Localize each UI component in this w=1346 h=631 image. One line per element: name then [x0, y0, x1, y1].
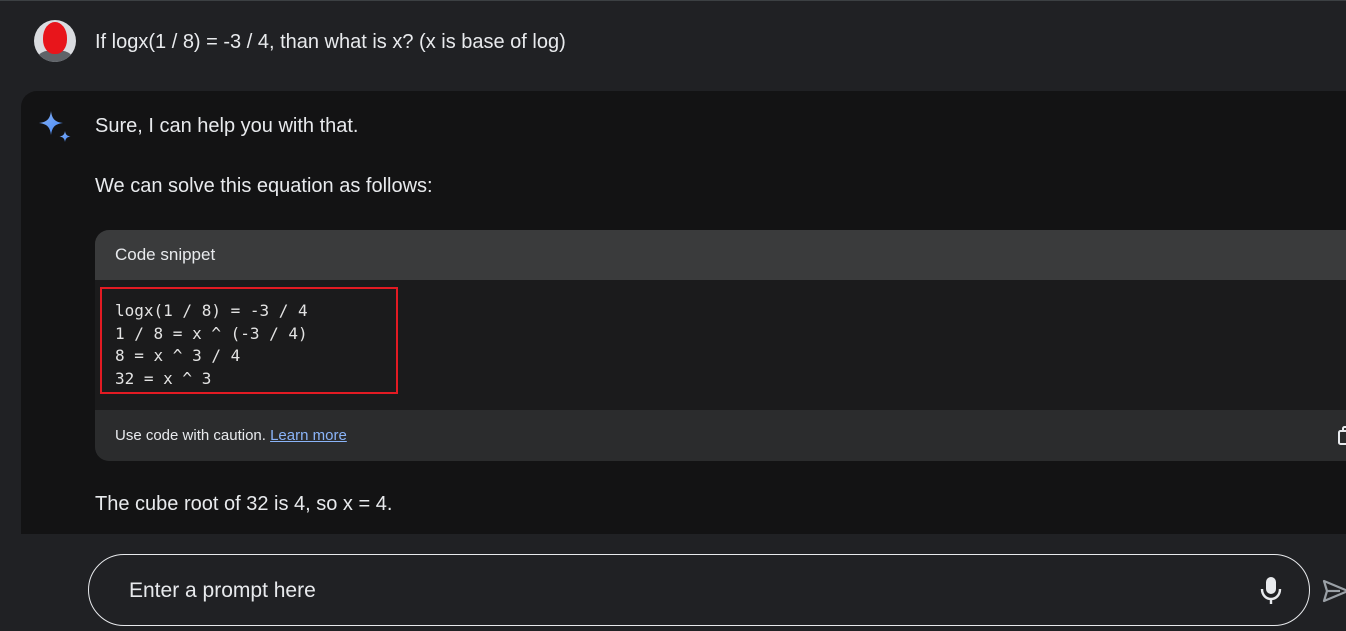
caution-text: Use code with caution. — [115, 427, 266, 444]
code-snippet-header: Code snippet — [95, 230, 1346, 280]
red-highlight-box — [100, 287, 398, 394]
prompt-bar — [88, 554, 1310, 626]
sparkle-icon — [39, 111, 71, 142]
code-snippet-card: Code snippet logx(1 / 8) = -3 / 41 / 8 =… — [95, 230, 1346, 461]
send-icon[interactable] — [1322, 578, 1346, 604]
avatar-redaction — [43, 22, 67, 54]
prompt-input[interactable] — [127, 573, 1231, 609]
caution-note: Use code with caution. Learn more — [115, 427, 347, 445]
response-lead: We can solve this equation as follows: — [95, 175, 433, 197]
copy-icon[interactable] — [1336, 425, 1346, 447]
assistant-response: Sure, I can help you with that. We can s… — [21, 91, 1346, 534]
microphone-icon[interactable] — [1259, 576, 1283, 606]
user-message: If logx(1 / 8) = -3 / 4, than what is x?… — [0, 0, 1346, 90]
chat-page: If logx(1 / 8) = -3 / 4, than what is x?… — [0, 0, 1346, 631]
learn-more-link[interactable]: Learn more — [270, 427, 347, 444]
response-conclusion: The cube root of 32 is 4, so x = 4. — [95, 493, 393, 515]
user-avatar[interactable] — [34, 20, 76, 62]
code-snippet-title: Code snippet — [115, 245, 216, 264]
response-intro: Sure, I can help you with that. — [95, 115, 359, 137]
code-block[interactable]: logx(1 / 8) = -3 / 41 / 8 = x ^ (-3 / 4)… — [95, 280, 1346, 410]
user-prompt-text: If logx(1 / 8) = -3 / 4, than what is x?… — [95, 31, 566, 53]
code-snippet-footer: Use code with caution. Learn more — [95, 410, 1346, 461]
